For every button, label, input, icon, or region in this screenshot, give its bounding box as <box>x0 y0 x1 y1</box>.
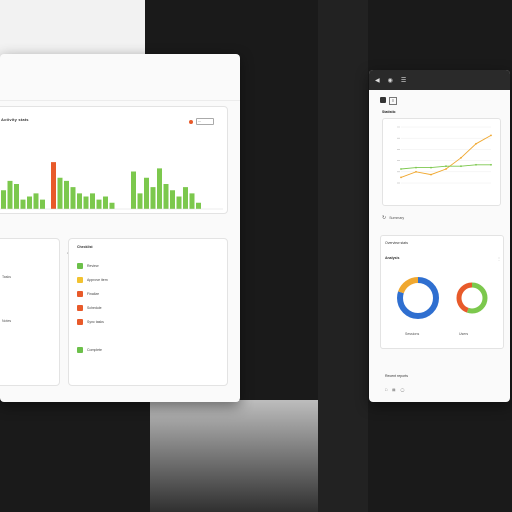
bar <box>90 193 95 209</box>
bar <box>163 184 169 209</box>
reports-title: Recent reports <box>385 374 408 378</box>
data-point <box>415 170 417 173</box>
list-item[interactable]: Finalize <box>77 291 99 297</box>
data-point <box>430 166 432 169</box>
refresh-icon[interactable]: ↻ <box>382 215 386 221</box>
summary-label: Summary <box>389 216 405 220</box>
list-item[interactable]: Review <box>77 263 98 269</box>
list-item-label: Finalize <box>87 292 100 296</box>
data-point <box>460 156 462 159</box>
bar <box>33 193 39 209</box>
summary-row[interactable]: ↻ Summary <box>382 215 404 221</box>
bar <box>150 187 156 209</box>
background-strip <box>318 0 368 512</box>
bar <box>131 171 136 209</box>
list-item[interactable]: Sync tasks <box>77 319 104 325</box>
bar <box>14 184 19 209</box>
data-point <box>400 168 402 170</box>
home-icon[interactable]: ◉ <box>388 77 393 84</box>
checkbox-icon[interactable] <box>77 305 83 311</box>
bar <box>64 180 69 209</box>
data-point <box>445 165 447 168</box>
checkbox-icon[interactable] <box>77 277 83 283</box>
bar <box>103 196 108 209</box>
back-icon[interactable]: ◀ <box>375 77 380 84</box>
window-header <box>0 54 240 101</box>
dashboard-window-left: Activity stats — Week 1 Week 2 Week 3 Ta… <box>0 54 240 402</box>
chart-icon[interactable]: ▤ <box>392 388 395 392</box>
bar <box>170 190 175 209</box>
side-label: Tasks <box>2 275 11 279</box>
line-chart <box>397 126 492 184</box>
list-item-label: Complete <box>87 348 102 352</box>
bar <box>183 187 188 209</box>
bar <box>83 196 89 209</box>
list-item-label: Schedule <box>87 306 102 310</box>
window-toolbar: ◀ ◉ ☰ <box>369 70 510 90</box>
bar <box>96 199 102 209</box>
data-point <box>400 176 402 179</box>
bar <box>70 187 76 209</box>
list-item[interactable]: Schedule <box>77 305 102 311</box>
data-point <box>475 163 477 166</box>
view-toggle: ≡ <box>380 97 397 105</box>
bar <box>1 190 6 209</box>
list-item-label: Review <box>87 264 99 268</box>
footer-icons: □ ▤ ◯ <box>385 388 404 392</box>
bar <box>196 202 201 209</box>
overview-card: Overview stats Analysis ⋮ Sessions Users <box>380 235 504 349</box>
side-card: Tasks Notes <box>0 238 60 386</box>
bar <box>51 162 56 209</box>
data-point <box>475 142 477 145</box>
donut-label: Users <box>459 332 469 336</box>
list-item-label: Sync tasks <box>87 320 104 324</box>
bar <box>176 196 182 209</box>
dashboard-window-right: ◀ ◉ ☰ ≡ Statistic ↻ Summary Overview sta… <box>369 70 510 402</box>
bar <box>137 193 143 209</box>
bar <box>157 168 162 209</box>
bar <box>144 177 149 209</box>
side-label: Notes <box>2 319 12 323</box>
grid-view-icon[interactable] <box>380 97 386 103</box>
data-point <box>490 163 492 166</box>
overview-title: Overview stats <box>385 241 408 245</box>
bar <box>189 193 195 209</box>
bar-chart <box>0 162 223 210</box>
data-point <box>460 165 462 168</box>
bar <box>109 202 115 209</box>
data-point <box>415 166 417 169</box>
overview-subtitle: Analysis <box>385 256 400 260</box>
donut-label: Sessions <box>405 332 420 336</box>
more-icon[interactable]: ⋮ <box>497 256 501 261</box>
checklist-card: Checklist Review Approve item Finalize Sche… <box>68 238 228 386</box>
menu-icon[interactable]: ☰ <box>401 77 406 84</box>
data-point <box>445 168 447 170</box>
data-point <box>430 173 432 176</box>
bar <box>7 180 13 209</box>
background-gradient <box>150 400 318 512</box>
series-line <box>400 135 492 178</box>
checkbox-icon[interactable] <box>77 263 83 269</box>
bar <box>27 196 32 209</box>
bar <box>20 199 26 209</box>
bar <box>57 177 63 209</box>
bar <box>77 193 82 209</box>
checkbox-icon[interactable] <box>77 291 83 297</box>
line-chart-card <box>382 118 501 206</box>
data-point <box>490 134 492 137</box>
bar <box>40 199 45 209</box>
activity-chart-card: Activity stats — Week 1 Week 2 Week 3 <box>0 106 228 255</box>
line-card-title: Statistic <box>382 110 396 114</box>
checkbox-icon[interactable] <box>77 319 83 325</box>
checkbox-icon[interactable] <box>77 347 83 353</box>
doc-icon[interactable]: □ <box>385 388 387 392</box>
list-item[interactable]: Approve item <box>77 277 108 283</box>
list-item-label: Approve item <box>87 278 108 282</box>
background-panel <box>0 0 145 60</box>
search-icon[interactable]: ◯ <box>400 388 404 392</box>
list-view-icon[interactable]: ≡ <box>389 97 397 105</box>
donut-charts <box>397 277 488 319</box>
checklist-title: Checklist <box>77 245 93 249</box>
list-item[interactable]: Complete <box>77 347 102 353</box>
